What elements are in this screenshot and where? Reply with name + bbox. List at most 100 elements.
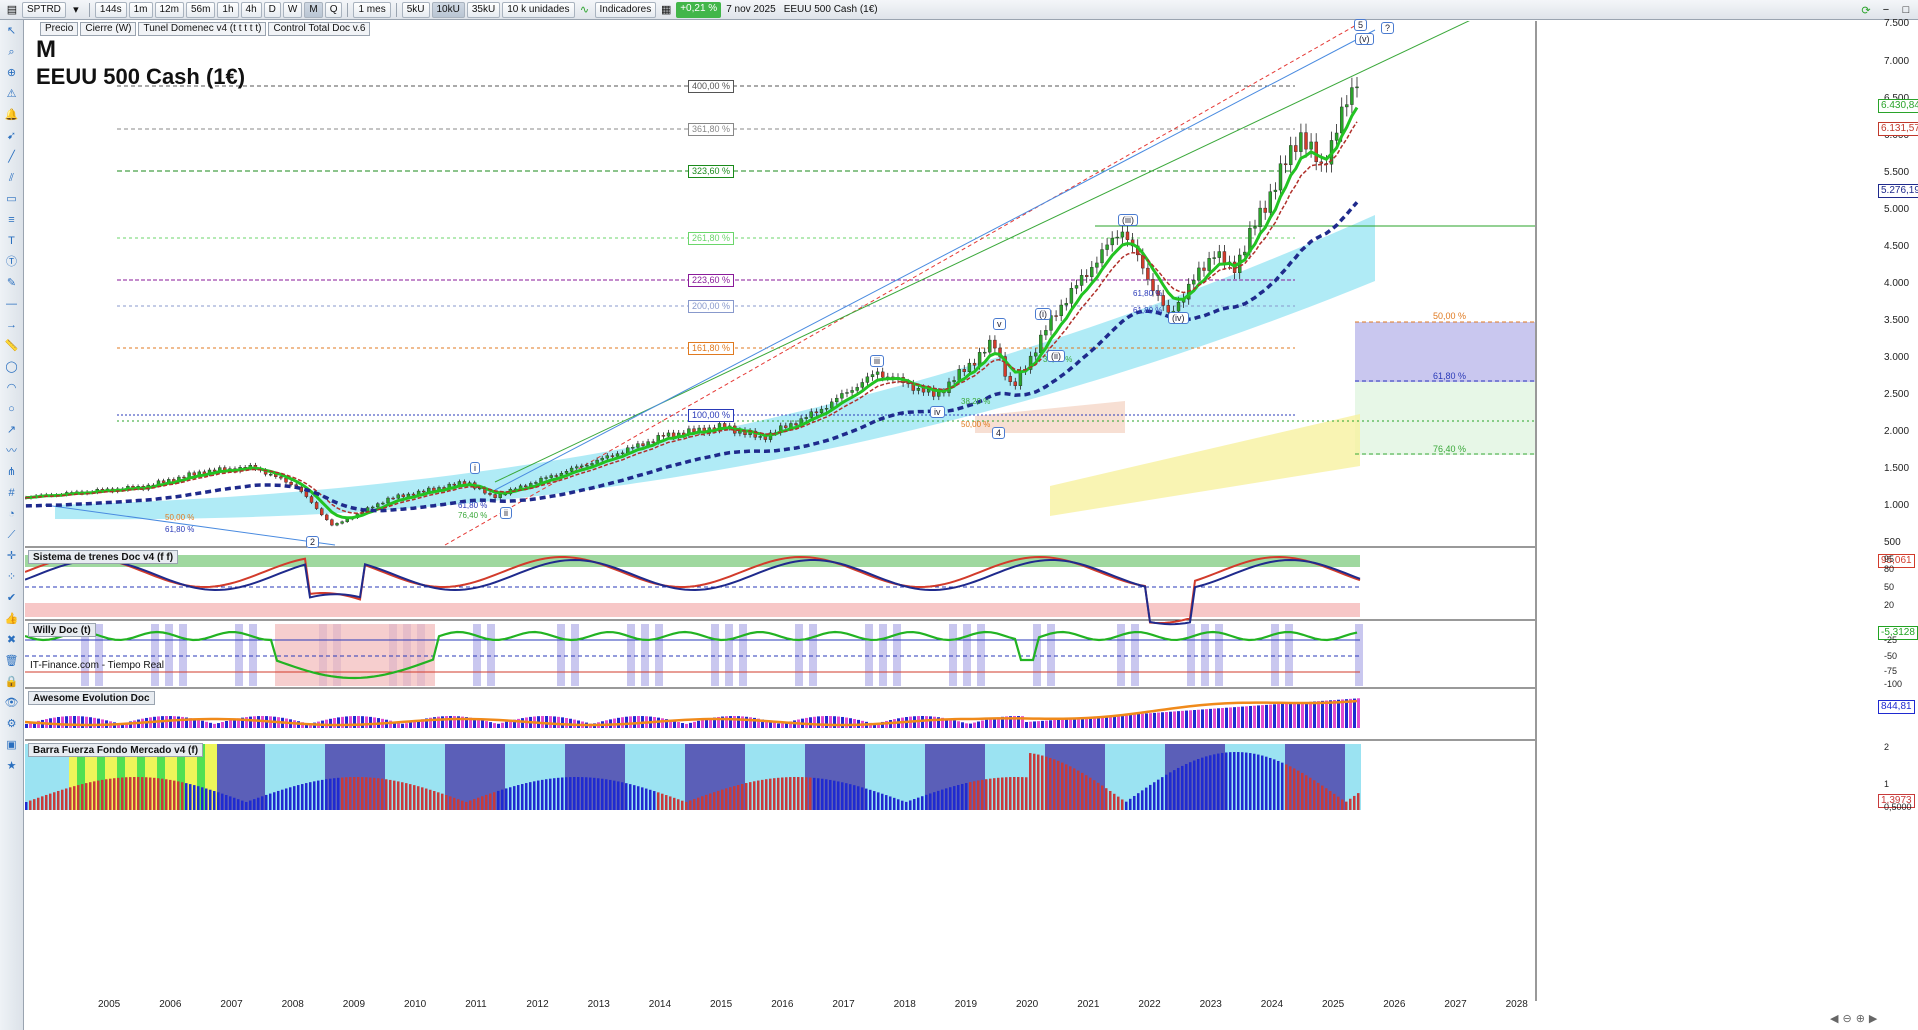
arc-icon[interactable]: ◠ xyxy=(3,379,21,397)
cross-icon[interactable]: ✛ xyxy=(3,547,21,565)
indicators-button[interactable]: Indicadores xyxy=(594,1,657,18)
timeframe-button[interactable]: 1h xyxy=(217,1,239,18)
cycle-icon[interactable]: ◔ xyxy=(3,505,21,523)
cursor-icon[interactable]: ↖ xyxy=(3,22,21,40)
awesome-bar xyxy=(1217,708,1220,728)
timeframe-button[interactable]: W xyxy=(282,1,303,18)
app-menu-icon[interactable]: ▤ xyxy=(4,2,20,18)
trendline-icon[interactable]: ╱ xyxy=(3,148,21,166)
indicators-icon[interactable]: ∿ xyxy=(577,2,593,18)
candle xyxy=(988,339,992,353)
channel-icon[interactable]: ⫽ xyxy=(3,169,21,187)
star-icon[interactable]: ★ xyxy=(3,757,21,775)
dots-icon[interactable]: ⁘ xyxy=(3,568,21,586)
label-icon[interactable]: Ⓣ xyxy=(3,253,21,271)
volume-button[interactable]: 10kU xyxy=(431,1,465,18)
fuerza-bar xyxy=(253,799,256,810)
period-selector[interactable]: 1 mes xyxy=(353,1,391,18)
symbol-selector[interactable]: SPTRD xyxy=(22,1,66,18)
fuerza-bar xyxy=(1101,785,1104,810)
check-icon[interactable]: ✔ xyxy=(3,589,21,607)
fuerza-bar xyxy=(529,782,532,810)
refresh-icon[interactable]: ⟳ xyxy=(1858,2,1874,18)
eye-icon[interactable]: 👁 xyxy=(3,694,21,712)
candle xyxy=(1217,251,1222,258)
fuerza-bg xyxy=(465,744,469,810)
scroll-left-icon[interactable]: ◀ xyxy=(1830,1012,1838,1025)
candle xyxy=(401,494,405,497)
circle-icon[interactable]: ○ xyxy=(3,400,21,418)
awesome-bar xyxy=(1153,712,1156,728)
chart-area[interactable] xyxy=(25,21,1875,1021)
grid-icon[interactable]: # xyxy=(3,484,21,502)
timeframe-button[interactable]: D xyxy=(263,1,281,18)
fuerza-bar xyxy=(197,786,200,810)
willy-bar xyxy=(641,624,649,686)
trash-icon[interactable]: 🗑 xyxy=(3,652,21,670)
timeframe-button[interactable]: 144s xyxy=(94,1,127,18)
fuerza-bar xyxy=(225,794,228,810)
awesome-bar xyxy=(1149,713,1152,728)
layout-icon[interactable]: ▦ xyxy=(658,2,674,18)
thumb-icon[interactable]: 👍 xyxy=(3,610,21,628)
bell-icon[interactable]: 🔔 xyxy=(3,106,21,124)
fuerza-bar xyxy=(569,777,572,810)
ruler-icon[interactable]: 📏 xyxy=(3,337,21,355)
zoom-out-icon[interactable]: ⊖ xyxy=(1842,1012,1851,1025)
volume-button[interactable]: 35kU xyxy=(466,1,501,18)
chart-tab[interactable]: Control Total Doc v.6 xyxy=(268,22,371,36)
fuerza-bar xyxy=(313,781,316,810)
chevron-down-icon[interactable]: ▾ xyxy=(68,2,84,18)
indicator-tick-label: 95 xyxy=(1884,554,1895,564)
fuerza-bar xyxy=(1281,762,1284,810)
zoom-icon[interactable]: ⌕ xyxy=(3,43,21,61)
awesome-bar xyxy=(485,721,488,728)
fuerza-bar xyxy=(1341,799,1344,810)
fib-icon[interactable]: ≡ xyxy=(3,211,21,229)
chart-canvas[interactable] xyxy=(25,21,1875,1021)
alert-icon[interactable]: ⚠ xyxy=(3,85,21,103)
volume-button[interactable]: 5kU xyxy=(401,1,430,18)
candle xyxy=(1253,226,1257,229)
timeframe-button[interactable]: 12m xyxy=(154,1,184,18)
gann-icon[interactable]: ⟋ xyxy=(3,526,21,544)
awesome-bar xyxy=(337,717,340,728)
fuerza-bar xyxy=(1277,760,1280,810)
candle xyxy=(804,417,808,419)
timeframe-button[interactable]: 56m xyxy=(185,1,216,18)
line-icon[interactable]: — xyxy=(3,295,21,313)
fuerza-bar xyxy=(1197,759,1200,810)
timeframe-button[interactable]: 4h xyxy=(240,1,262,18)
awesome-bar xyxy=(353,716,356,728)
scroll-right-icon[interactable]: ▶ xyxy=(1869,1012,1877,1025)
ellipse-icon[interactable]: ◯ xyxy=(3,358,21,376)
fuerza-bar xyxy=(165,779,168,810)
chart-tab[interactable]: Precio xyxy=(40,22,79,36)
timeframe-button[interactable]: Q xyxy=(324,1,343,18)
candle xyxy=(1350,87,1354,105)
text-icon[interactable]: T xyxy=(3,232,21,250)
timeframe-button[interactable]: M xyxy=(304,1,323,18)
layers-icon[interactable]: ▣ xyxy=(3,736,21,754)
rectangle-icon[interactable]: ▭ xyxy=(3,190,21,208)
ray-icon[interactable]: → xyxy=(3,316,21,334)
minimize-icon[interactable]: − xyxy=(1878,2,1894,18)
timeframe-button[interactable]: 1m xyxy=(128,1,153,18)
pointer-icon[interactable]: ➹ xyxy=(3,127,21,145)
maximize-icon[interactable]: □ xyxy=(1898,2,1914,18)
pitchfork-icon[interactable]: ⋔ xyxy=(3,463,21,481)
settings-icon[interactable]: ⚙ xyxy=(3,715,21,733)
magnifier-icon[interactable]: ⊕ xyxy=(3,64,21,82)
arrow-icon[interactable]: ↗ xyxy=(3,421,21,439)
lock-icon[interactable]: 🔒 xyxy=(3,673,21,691)
delete-icon[interactable]: ✖ xyxy=(3,631,21,649)
fuerza-bar xyxy=(373,777,376,810)
candle xyxy=(1294,145,1298,152)
wave-icon[interactable]: 〰 xyxy=(3,442,21,460)
pencil-icon[interactable]: ✎ xyxy=(3,274,21,292)
chart-tab[interactable]: Cierre (W) xyxy=(80,22,137,36)
zoom-in-icon[interactable]: ⊕ xyxy=(1856,1012,1865,1025)
fuerza-bar xyxy=(681,800,684,810)
chart-tab[interactable]: Tunel Domenec v4 (t t t t t) xyxy=(138,22,267,36)
units-selector[interactable]: 10 k unidades xyxy=(502,1,575,18)
